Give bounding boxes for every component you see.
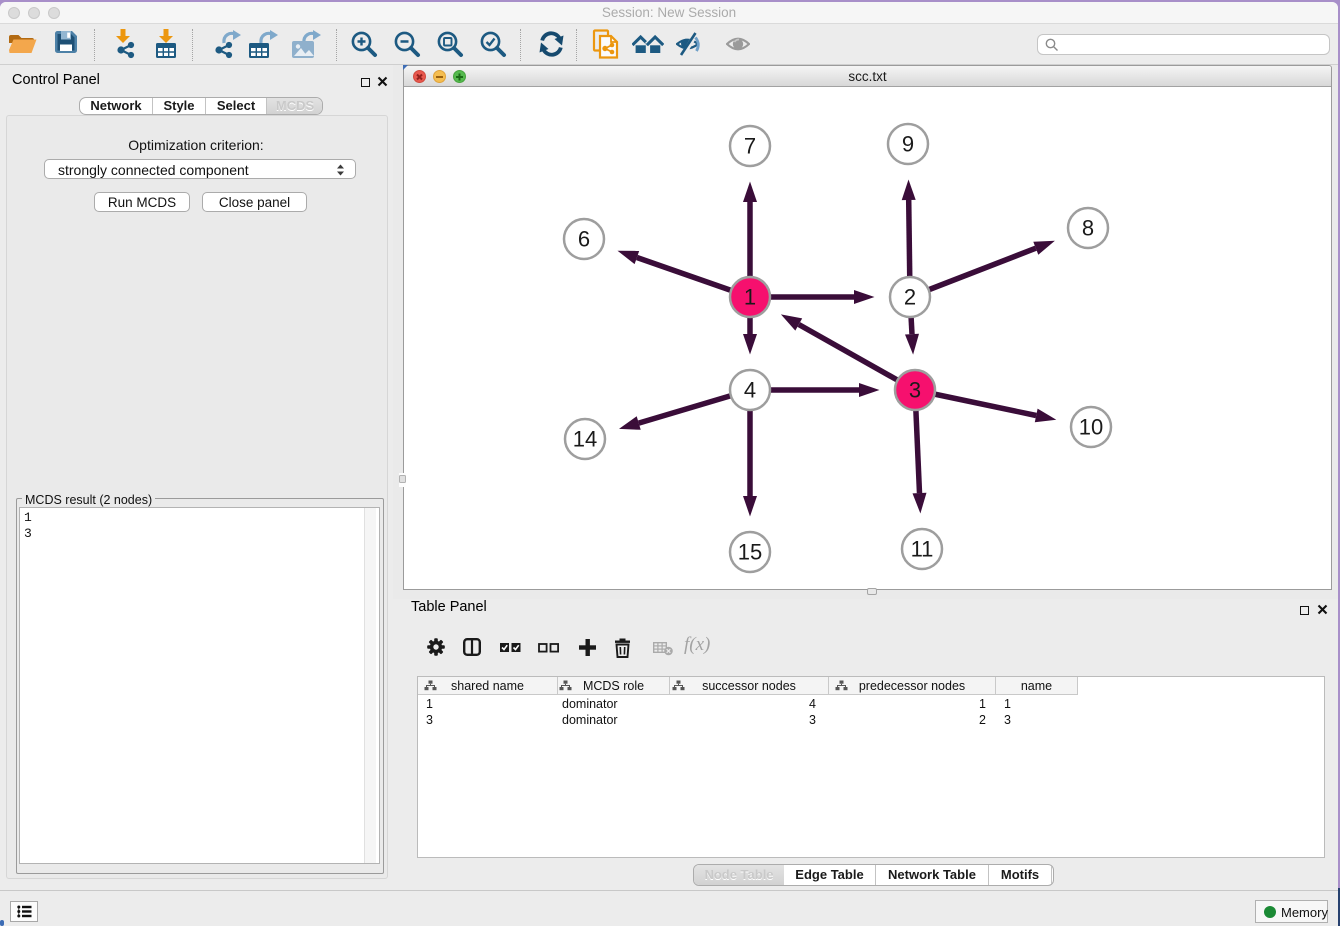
svg-text:4: 4 [744,378,756,403]
svg-text:11: 11 [911,537,934,562]
svg-text:14: 14 [573,427,597,452]
svg-text:10: 10 [1079,415,1103,440]
svg-text:1: 1 [744,285,756,310]
svg-text:9: 9 [902,132,914,157]
svg-text:6: 6 [578,227,590,252]
svg-text:2: 2 [904,285,916,310]
svg-text:8: 8 [1082,216,1094,241]
svg-text:3: 3 [909,378,921,403]
svg-text:7: 7 [744,134,756,159]
svg-text:15: 15 [738,540,762,565]
